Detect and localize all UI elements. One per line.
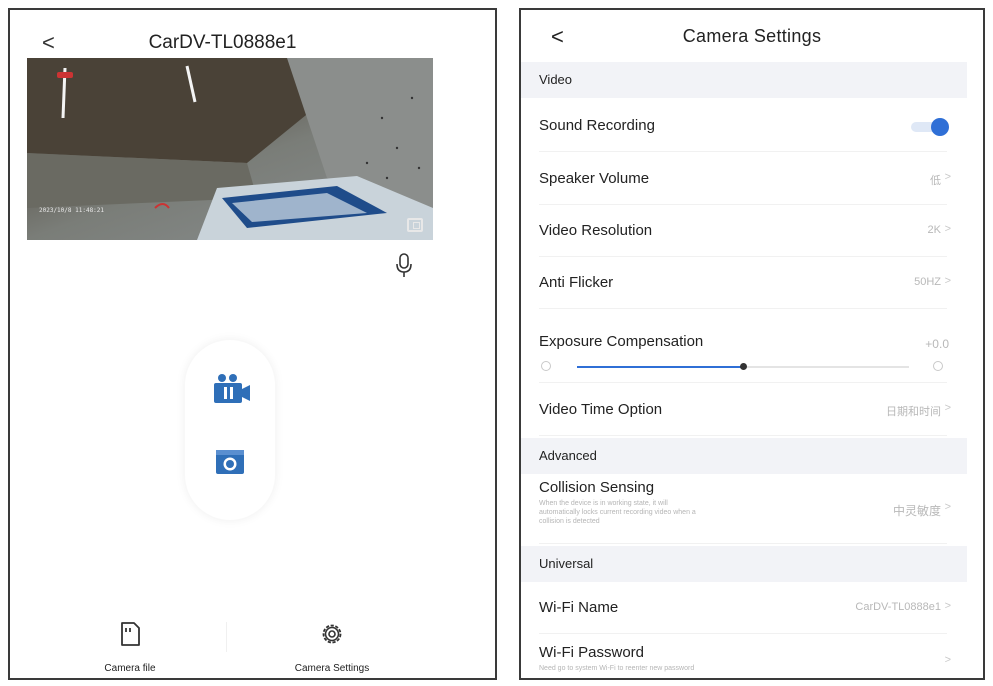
anti-flicker-label: Anti Flicker	[539, 274, 614, 291]
setting-sound-recording: Sound Recording	[521, 100, 967, 152]
section-universal: Universal	[521, 546, 967, 582]
chevron-right-icon: >	[944, 171, 951, 183]
camera-snapshot-icon[interactable]	[214, 446, 246, 476]
gear-icon	[322, 624, 342, 644]
speaker-volume-value: 低	[930, 175, 941, 187]
section-video: Video	[521, 62, 967, 98]
setting-wifi-password[interactable]: Wi-Fi Password Need go to system Wi-Fi t…	[521, 634, 967, 678]
collision-sensing-label: Collision Sensing	[539, 479, 655, 496]
chevron-right-icon: >	[944, 402, 951, 414]
tab-camera-file[interactable]: Camera file	[65, 620, 195, 676]
slider-track	[577, 363, 909, 370]
slider-thumb[interactable]	[740, 363, 747, 370]
brightness-high-icon	[933, 361, 943, 371]
slider-fill	[577, 366, 743, 368]
anti-flicker-value: 50HZ	[914, 276, 941, 288]
chevron-right-icon: >	[944, 275, 951, 287]
wifi-password-label: Wi-Fi Password	[539, 644, 645, 661]
video-record-icon[interactable]	[208, 372, 252, 406]
wifi-name-value: CarDV-TL0888e1	[855, 601, 941, 613]
collision-sensing-desc-2: automatically locks current recording vi…	[539, 509, 696, 516]
setting-anti-flicker[interactable]: Anti Flicker 50HZ >	[521, 257, 967, 309]
fullscreen-icon[interactable]	[407, 218, 423, 232]
live-view-screen: < CarDV-TL0888e1 2023/10/8 11:48:21 Came…	[8, 8, 497, 680]
exposure-slider[interactable]	[539, 359, 949, 375]
settings-header: < Camera Settings	[521, 10, 983, 62]
chevron-right-icon: >	[944, 501, 951, 513]
tab-camera-settings[interactable]: Camera Settings	[267, 620, 397, 676]
tab-divider	[226, 622, 236, 652]
section-advanced: Advanced	[521, 438, 967, 474]
device-name-title: CarDV-TL0888e1	[148, 32, 297, 53]
wifi-name-label: Wi-Fi Name	[539, 599, 619, 616]
collision-sensing-value: 中灵敏度	[892, 504, 941, 518]
camera-settings-screen: < Camera Settings Video Sound Recording …	[519, 8, 985, 680]
setting-collision-sensing[interactable]: Collision Sensing When the device is in …	[521, 474, 967, 544]
microphone-icon[interactable]	[394, 252, 414, 280]
exposure-label: Exposure Compensation	[539, 333, 704, 350]
setting-wifi-name[interactable]: Wi-Fi Name CarDV-TL0888e1 >	[521, 582, 967, 634]
wifi-password-desc: Need go to system Wi-Fi to reenter new p…	[539, 665, 695, 672]
video-time-value: 日期和时间	[886, 406, 941, 418]
chevron-right-icon: >	[944, 223, 951, 235]
sound-recording-label: Sound Recording	[539, 117, 655, 134]
preview-timestamp: 2023/10/8 11:48:21	[39, 207, 105, 214]
collision-sensing-desc-1: When the device is in working state, it …	[539, 500, 668, 507]
tab-camera-file-label: Camera file	[104, 663, 156, 674]
collision-sensing-desc-3: collision is detected	[539, 518, 600, 525]
toggle-knob	[931, 118, 949, 136]
video-resolution-label: Video Resolution	[539, 222, 653, 239]
chevron-right-icon: >	[944, 600, 951, 612]
live-view-header: < CarDV-TL0888e1	[10, 30, 495, 60]
setting-speaker-volume[interactable]: Speaker Volume 低 >	[521, 153, 967, 205]
video-time-label: Video Time Option	[539, 401, 663, 418]
chevron-right-icon: >	[944, 654, 951, 666]
video-resolution-value: 2K	[927, 224, 941, 236]
capture-controls-panel	[185, 340, 275, 520]
brightness-low-icon	[541, 361, 551, 371]
setting-video-resolution[interactable]: Video Resolution 2K >	[521, 205, 967, 257]
page-title: Camera Settings	[682, 26, 822, 46]
sd-card-icon	[121, 622, 140, 646]
sound-recording-toggle[interactable]	[911, 118, 949, 136]
setting-video-time-option[interactable]: Video Time Option 日期和时间 >	[521, 384, 967, 436]
camera-preview[interactable]: 2023/10/8 11:48:21	[27, 58, 433, 240]
tab-camera-settings-label: Camera Settings	[294, 663, 370, 674]
recording-indicator	[57, 72, 73, 78]
speaker-volume-label: Speaker Volume	[539, 170, 650, 187]
exposure-value: +0.0	[925, 337, 949, 351]
